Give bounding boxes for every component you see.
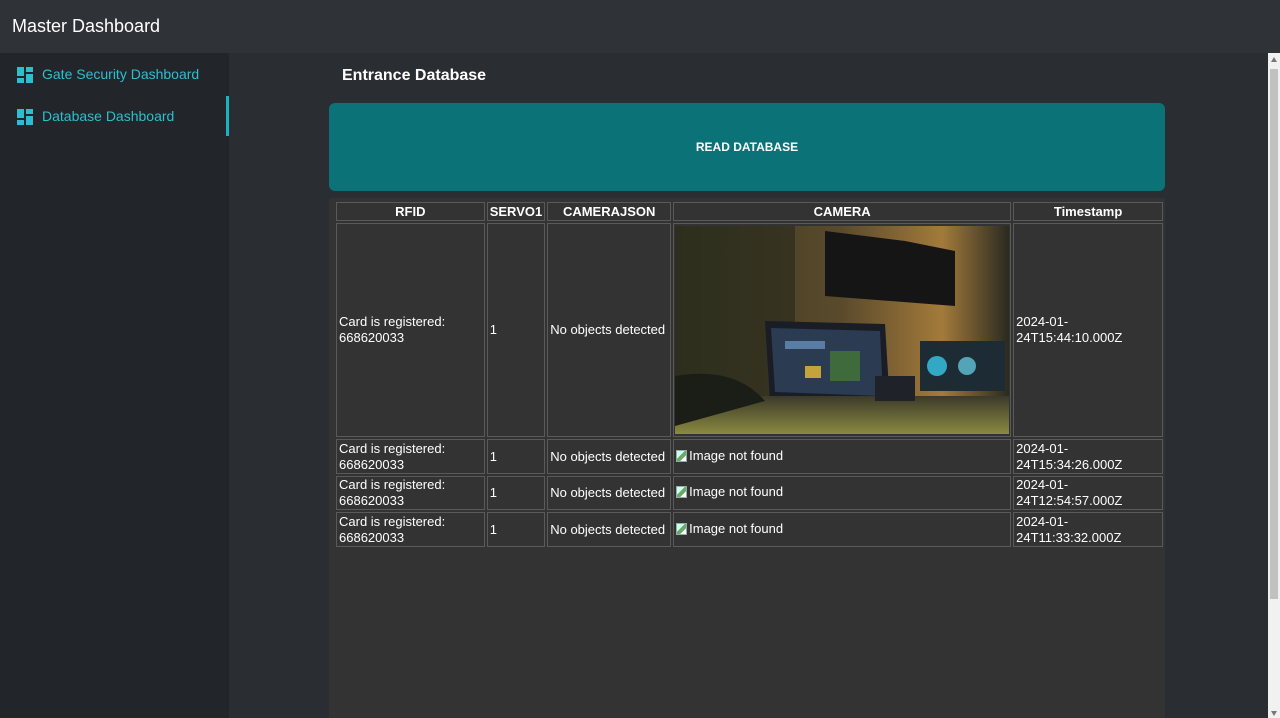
broken-image-icon	[676, 486, 688, 498]
database-panel: RFID SERVO1 CAMERAJSON CAMERA Timestamp …	[329, 198, 1165, 718]
timestamp-cell: 2024-01-24T15:34:26.000Z	[1013, 439, 1163, 474]
timestamp-cell: 2024-01-24T15:44:10.000Z	[1013, 223, 1163, 437]
scroll-down-icon[interactable]	[1271, 711, 1277, 716]
column-header-camera: CAMERA	[673, 202, 1012, 221]
servo-cell: 1	[486, 439, 546, 474]
camerajson-cell: No objects detected	[547, 476, 672, 510]
camerajson-cell: No objects detected	[547, 223, 672, 437]
image-alt-text: Image not found	[689, 520, 784, 536]
dashboard-icon	[17, 67, 33, 83]
database-table: RFID SERVO1 CAMERAJSON CAMERA Timestamp …	[334, 200, 1165, 549]
section-title: Entrance Database	[342, 67, 487, 84]
main-content: Entrance Database READ DATABASE RFID SER…	[229, 53, 1268, 718]
servo-cell: 1	[486, 512, 546, 547]
sidebar-item-gate-security-dashboard[interactable]: Gate Security Dashboard	[0, 54, 229, 94]
sidebar-item-database-dashboard[interactable]: Database Dashboard	[0, 96, 229, 136]
servo-cell: 1	[486, 223, 546, 437]
scrollbar-thumb[interactable]	[1270, 69, 1278, 599]
broken-image-icon	[676, 449, 688, 462]
rfid-cell: Card is registered: 668620033	[336, 439, 485, 474]
broken-image: Image not found	[676, 448, 783, 464]
timestamp-cell: 2024-01-24T12:54:57.000Z	[1013, 476, 1163, 510]
broken-image: Image not found	[676, 521, 783, 537]
broken-image: Image not found	[676, 484, 783, 500]
rfid-cell: Card is registered: 668620033	[336, 512, 485, 547]
column-header-timestamp: Timestamp	[1013, 202, 1163, 221]
app-title: Master Dashboard	[12, 16, 161, 36]
table-row: Card is registered: 668620033 1 No objec…	[336, 512, 1163, 547]
servo-cell: 1	[486, 476, 546, 510]
scroll-up-icon[interactable]	[1271, 57, 1277, 62]
camera-cell: Image not found	[673, 512, 1012, 547]
camerajson-cell: No objects detected	[547, 512, 672, 547]
image-alt-text: Image not found	[689, 447, 784, 463]
table-row: Card is registered: 668620033 1 No objec…	[336, 223, 1163, 437]
column-header-servo1: SERVO1	[486, 202, 546, 221]
dashboard-icon	[17, 109, 33, 125]
timestamp-cell: 2024-01-24T11:33:32.000Z	[1013, 512, 1163, 547]
sidebar: Gate Security Dashboard Database Dashboa…	[0, 53, 229, 718]
rfid-cell: Card is registered: 668620033	[336, 476, 485, 510]
sidebar-item-label: Database Dashboard	[42, 108, 175, 124]
camera-cell: Image not found	[673, 439, 1012, 474]
camerajson-cell: No objects detected	[547, 439, 672, 474]
column-header-rfid: RFID	[336, 202, 485, 221]
top-bar: Master Dashboard	[0, 0, 1280, 53]
column-header-camerajson: CAMERAJSON	[547, 202, 672, 221]
table-row: Card is registered: 668620033 1 No objec…	[336, 476, 1163, 510]
read-database-button[interactable]: READ DATABASE	[329, 103, 1165, 191]
page-scrollbar[interactable]	[1268, 53, 1280, 718]
table-row: Card is registered: 668620033 1 No objec…	[336, 439, 1163, 474]
camera-cell: Image not found	[673, 476, 1012, 510]
rfid-cell: Card is registered: 668620033	[336, 223, 485, 437]
sidebar-item-label: Gate Security Dashboard	[42, 66, 200, 82]
table-header-row: RFID SERVO1 CAMERAJSON CAMERA Timestamp	[336, 202, 1163, 221]
camera-snapshot-image	[675, 226, 1010, 434]
image-alt-text: Image not found	[689, 484, 784, 499]
camera-cell	[673, 223, 1012, 437]
broken-image-icon	[676, 522, 688, 535]
